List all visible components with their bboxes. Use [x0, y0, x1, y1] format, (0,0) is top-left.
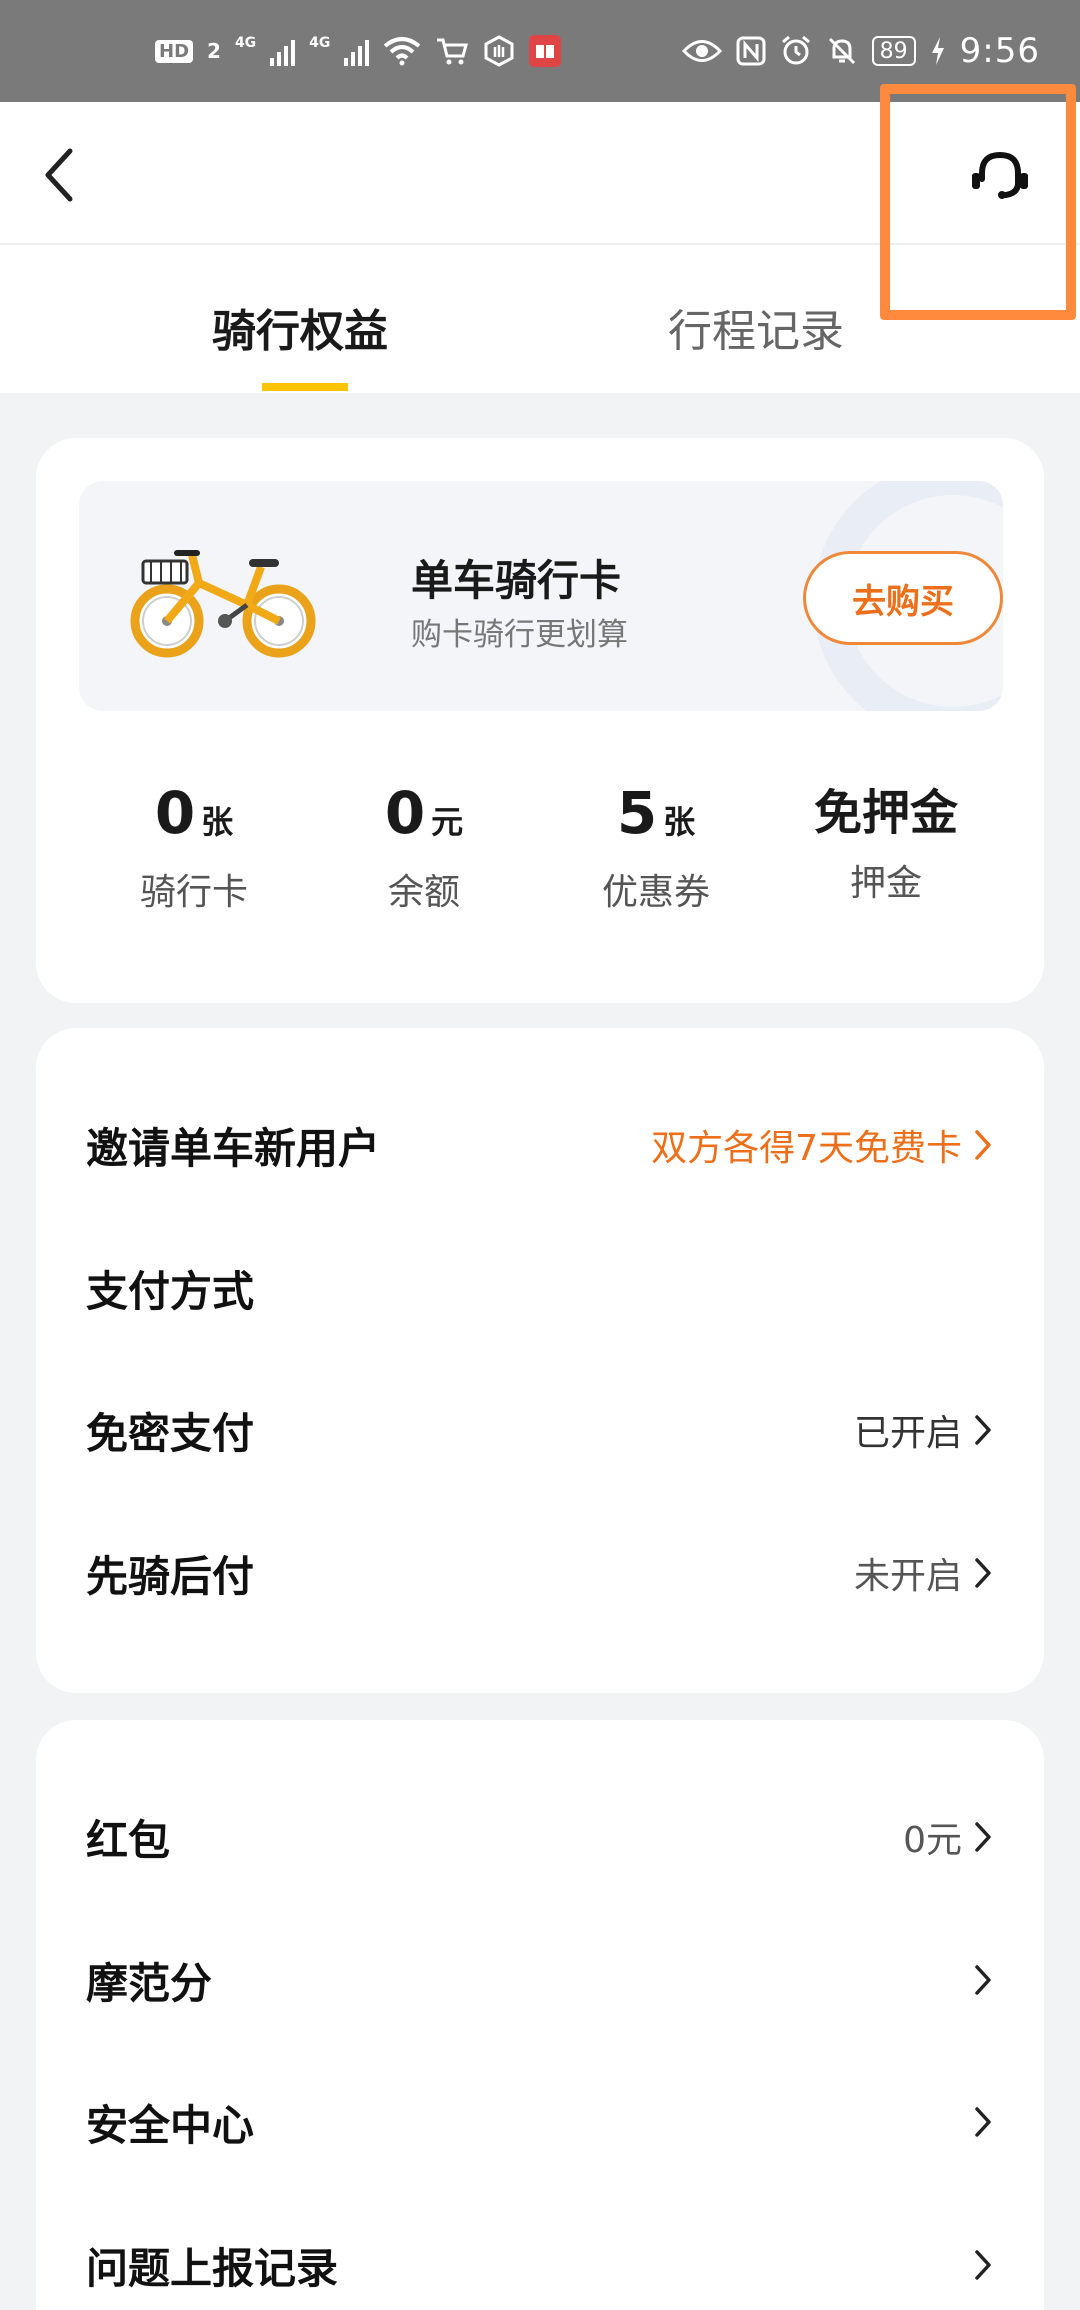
- riding-card-promo[interactable]: 单车骑行卡 购卡骑行更划算 去购买: [79, 481, 1003, 711]
- back-button[interactable]: [30, 140, 90, 210]
- chevron-right-icon: [975, 1558, 991, 1588]
- row-label: 支付方式: [86, 1266, 255, 1316]
- signal-icon: [270, 36, 296, 66]
- stat-label: 优惠券: [601, 872, 710, 913]
- alarm-icon: [781, 35, 810, 65]
- customer-service-button[interactable]: [960, 142, 1040, 212]
- issue-report-history-row[interactable]: 问题上报记录: [86, 2210, 994, 2310]
- stat-deposit[interactable]: 免押金 押金: [766, 778, 1006, 906]
- headset-icon: [972, 151, 1028, 199]
- invite-new-users-row[interactable]: 邀请单车新用户 双方各得7天免费卡: [86, 1090, 994, 1200]
- row-label: 安全中心: [86, 2100, 255, 2150]
- tab-trip-history[interactable]: 行程记录: [668, 295, 844, 359]
- stat-value: 免押金: [766, 778, 1006, 848]
- promo-title: 单车骑行卡: [411, 556, 622, 605]
- ride-first-pay-later-row[interactable]: 先骑后付 未开启: [86, 1518, 994, 1628]
- chevron-right-icon: [975, 1130, 991, 1160]
- chevron-right-icon: [975, 2250, 991, 2280]
- chevron-right-icon: [975, 1415, 991, 1445]
- stat-label: 押金: [849, 863, 922, 904]
- stat-number: 免押金: [813, 785, 958, 841]
- clock: 9:56: [959, 31, 1040, 71]
- mute-icon: [828, 37, 855, 65]
- signal-icon: [344, 36, 370, 66]
- row-value-text: 0元: [903, 1820, 962, 1861]
- buy-button[interactable]: 去购买: [803, 551, 1003, 645]
- stat-label: 余额: [387, 872, 460, 913]
- active-tab-indicator: [262, 383, 348, 391]
- row-value: [972, 2248, 994, 2282]
- wifi-icon: [384, 37, 421, 66]
- payment-settings-card: 邀请单车新用户 双方各得7天免费卡 支付方式 免密支付 已开启 先骑后付 未开启: [36, 1028, 1044, 1693]
- tab-riding-benefits[interactable]: 骑行权益: [212, 295, 388, 359]
- row-value: 已开启: [854, 1404, 994, 1456]
- row-label: 邀请单车新用户: [86, 1123, 381, 1173]
- stat-unit: 张: [201, 803, 234, 841]
- stat-riding-cards[interactable]: 0张 骑行卡: [74, 778, 314, 915]
- cart-icon: [437, 38, 469, 65]
- stat-value: 5张: [536, 778, 776, 857]
- charging-icon: [931, 37, 944, 65]
- stat-number: 0: [384, 779, 426, 847]
- chevron-right-icon: [975, 1965, 991, 1995]
- safety-center-row[interactable]: 安全中心: [86, 2067, 994, 2177]
- row-value-text: 已开启: [853, 1413, 962, 1454]
- sim2-label: 2: [207, 39, 221, 63]
- network-type-1: 4G: [234, 35, 257, 51]
- row-value: [972, 2105, 994, 2139]
- row-value-text: 未开启: [853, 1556, 962, 1597]
- row-label: 问题上报记录: [86, 2243, 339, 2293]
- row-value: 双方各得7天免费卡: [651, 1119, 994, 1171]
- stat-balance[interactable]: 0元 余额: [304, 778, 544, 915]
- status-bar: HD 2 4G 4G 89 9:56: [0, 0, 1080, 102]
- bike-icon: [130, 550, 316, 658]
- battery-icon: 89: [871, 36, 916, 66]
- benefits-card: 单车骑行卡 购卡骑行更划算 去购买 0张 骑行卡 0元 余额 5张 优惠券 免押…: [36, 438, 1044, 1003]
- stat-unit: 元: [431, 803, 464, 841]
- payment-method-row[interactable]: 支付方式: [86, 1233, 994, 1343]
- promo-subtitle: 购卡骑行更划算: [411, 617, 628, 653]
- red-packet-row[interactable]: 红包 0元: [86, 1782, 994, 1892]
- hd-icon: HD: [155, 39, 194, 63]
- eye-icon: [681, 40, 722, 62]
- stat-label: 骑行卡: [139, 872, 248, 913]
- stat-unit: 张: [663, 803, 696, 841]
- row-label: 摩范分: [86, 1958, 213, 2008]
- status-right: 89 9:56: [681, 31, 1040, 71]
- mobike-score-row[interactable]: 摩范分: [86, 1925, 994, 2035]
- row-value: [972, 1963, 994, 1997]
- tab-bar: 骑行权益 行程记录: [0, 245, 1080, 393]
- row-value: 未开启: [854, 1547, 994, 1599]
- chevron-right-icon: [975, 2107, 991, 2137]
- stat-coupons[interactable]: 5张 优惠券: [536, 778, 776, 915]
- row-label: 免密支付: [86, 1408, 255, 1458]
- stat-number: 0: [154, 779, 196, 847]
- top-nav-bar: [0, 102, 1080, 245]
- row-value: 0元: [903, 1811, 994, 1863]
- password-free-payment-row[interactable]: 免密支付 已开启: [86, 1375, 994, 1485]
- stat-value: 0张: [74, 778, 314, 857]
- hand-icon: [484, 35, 514, 67]
- chevron-left-icon: [45, 148, 73, 202]
- row-label: 红包: [86, 1815, 171, 1865]
- network-type-2: 4G: [309, 35, 331, 51]
- more-services-card: 红包 0元 摩范分 安全中心 问题上报记录: [36, 1720, 1044, 2310]
- row-label: 先骑后付: [86, 1551, 255, 1601]
- stats-row: 0张 骑行卡 0元 余额 5张 优惠券 免押金 押金: [36, 778, 1044, 928]
- nfc-icon: [736, 36, 766, 66]
- book-app-icon: [529, 35, 562, 67]
- row-value-text: 双方各得7天免费卡: [651, 1128, 962, 1169]
- stat-value: 0元: [304, 778, 544, 857]
- stat-number: 5: [616, 779, 658, 847]
- chevron-right-icon: [975, 1822, 991, 1852]
- status-left: HD 2 4G 4G: [155, 35, 562, 67]
